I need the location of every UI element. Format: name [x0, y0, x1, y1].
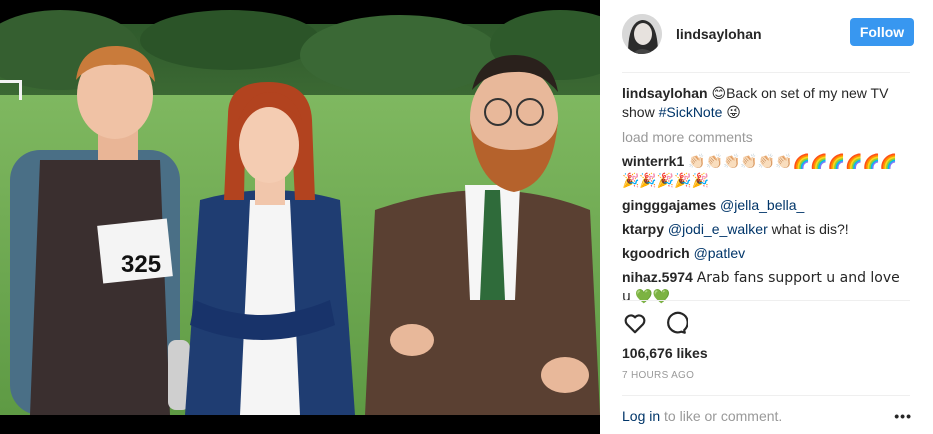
post-photo[interactable]: 325	[0, 0, 600, 434]
smiling-emoji: 😊	[711, 86, 727, 102]
comment-username[interactable]: nihaz.5974	[622, 269, 693, 285]
caption-username[interactable]: lindsaylohan	[622, 85, 708, 101]
comment-username[interactable]: winterrk1	[622, 153, 684, 169]
login-prompt-text: to like or comment.	[660, 408, 783, 424]
avatar-image	[622, 14, 662, 54]
load-more-comments-link[interactable]: load more comments	[622, 128, 912, 146]
comments-divider	[622, 300, 910, 301]
comment-item: kgoodrich @patlev	[622, 244, 912, 262]
hashtag-link[interactable]: #SickNote	[659, 104, 723, 120]
post-header: lindsaylohan Follow	[622, 12, 914, 56]
footer-divider	[622, 395, 910, 396]
comments-list: lindsaylohan 😊Back on set of my new TV s…	[622, 84, 912, 312]
comment-bubble-icon[interactable]	[662, 310, 690, 338]
post-image: 325	[0, 0, 600, 434]
comment-item: gingggajames @jella_bella_	[622, 196, 912, 214]
likes-count[interactable]: 106,676 likes	[622, 345, 708, 361]
heart-icon[interactable]	[622, 310, 650, 338]
comment-mention[interactable]: @jella_bella_	[720, 197, 804, 213]
header-divider	[622, 72, 910, 73]
comment-username[interactable]: ktarpy	[622, 221, 664, 237]
action-bar	[622, 310, 912, 340]
comment-item: winterrk1 👏🏻👏🏻👏🏻👏🏻👏🏻👏🏻🌈🌈🌈🌈🌈🌈🎉🎉🎉🎉🎉	[622, 152, 912, 190]
post-side-panel: lindsaylohan Follow lindsaylohan 😊Back o…	[600, 0, 933, 434]
comment-mention[interactable]: @jodi_e_walker	[668, 221, 768, 237]
post-timestamp[interactable]: 7 HOURS AGO	[622, 370, 694, 381]
more-options-icon[interactable]: •••	[894, 408, 912, 424]
follow-button[interactable]: Follow	[850, 18, 914, 46]
post-username[interactable]: lindsaylohan	[676, 26, 762, 42]
comment-text: what is dis?!	[767, 221, 849, 237]
login-link[interactable]: Log in	[622, 408, 660, 424]
comment-username[interactable]: gingggajames	[622, 197, 716, 213]
caption: lindsaylohan 😊Back on set of my new TV s…	[622, 84, 912, 122]
race-bib-number: 325	[121, 251, 161, 278]
avatar[interactable]	[622, 14, 662, 54]
winking-tongue-emoji: 😜	[726, 105, 741, 121]
login-prompt: Log in to like or comment. •••	[622, 408, 912, 424]
comment-item: ktarpy @jodi_e_walker what is dis?!	[622, 220, 912, 238]
comment-username[interactable]: kgoodrich	[622, 245, 690, 261]
comment-mention[interactable]: @patlev	[694, 245, 746, 261]
